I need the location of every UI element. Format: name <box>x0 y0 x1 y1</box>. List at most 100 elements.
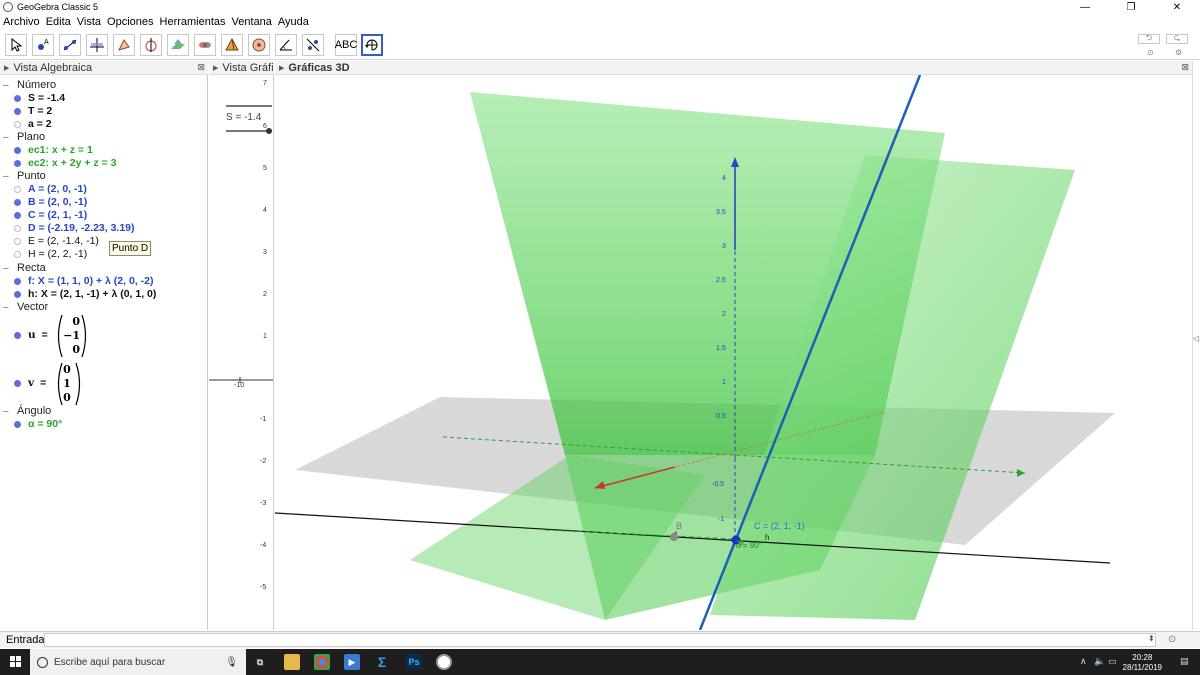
menu-opciones[interactable]: Opciones <box>104 16 156 28</box>
minus-icon[interactable]: – <box>3 80 12 91</box>
geogebra-taskbar-icon[interactable] <box>436 654 452 670</box>
visibility-toggle[interactable] <box>14 379 21 387</box>
redo-button[interactable]: ⮎ <box>1166 33 1188 44</box>
visibility-toggle[interactable] <box>14 185 21 193</box>
minus-icon[interactable]: – <box>3 171 12 182</box>
restore-button[interactable]: ❐ <box>1108 0 1154 14</box>
category-numero[interactable]: – Número <box>0 79 56 91</box>
intersect-tool-button[interactable] <box>194 34 216 56</box>
graphics-2d-view[interactable]: S = -1.4 7 6 5 4 3 2 1 -1 -2 -3 -4 -5 -1… <box>209 75 274 630</box>
windows-start-icon[interactable] <box>10 656 22 668</box>
angle-tool-button[interactable] <box>275 34 297 56</box>
category-plano[interactable]: – Plano <box>0 131 45 143</box>
menu-ayuda[interactable]: Ayuda <box>275 16 312 28</box>
pyramid-tool-button[interactable] <box>221 34 243 56</box>
vector-v-row[interactable]: v = <box>14 377 52 389</box>
visibility-toggle[interactable] <box>14 237 21 245</box>
move-tool-button[interactable] <box>5 34 27 56</box>
collapse-triangle-icon[interactable]: ▶ <box>4 64 9 72</box>
speaker-icon[interactable]: 🔈 <box>1094 656 1105 667</box>
help-icon[interactable]: ⊙ <box>1147 48 1154 57</box>
help-icon[interactable]: ⊙ <box>1168 634 1176 645</box>
undo-button[interactable]: ⮌ <box>1138 33 1160 44</box>
category-recta[interactable]: – Recta <box>0 262 46 274</box>
list-item[interactable]: B = (2, 0, -1) <box>14 196 87 208</box>
visibility-toggle[interactable] <box>14 159 21 167</box>
visibility-toggle[interactable] <box>14 290 21 298</box>
visibility-toggle[interactable] <box>14 331 21 339</box>
minus-icon[interactable]: – <box>3 263 12 274</box>
file-explorer-icon[interactable] <box>284 654 300 670</box>
right-panel-strip[interactable]: ◁ <box>1192 61 1200 630</box>
rotate-view-tool-button[interactable] <box>361 34 383 56</box>
search-input[interactable]: Escribe aquí para buscar <box>54 657 165 668</box>
visibility-toggle[interactable] <box>14 277 21 285</box>
microphone-icon[interactable]: 🎙 <box>225 657 238 668</box>
close-button[interactable]: ✕ <box>1154 0 1200 14</box>
network-icon[interactable]: ▭ <box>1108 656 1117 667</box>
list-item[interactable]: h: X = (2, 1, -1) + λ (0, 1, 0) <box>14 288 156 300</box>
notification-icon[interactable]: ▤ <box>1180 656 1189 667</box>
perpendicular-tool-button[interactable] <box>86 34 108 56</box>
visibility-toggle[interactable] <box>14 107 21 115</box>
list-item[interactable]: E = (2, -1.4, -1) <box>14 235 99 247</box>
list-item[interactable]: D = (-2.19, -2.23, 3.19) <box>14 222 135 234</box>
category-punto[interactable]: – Punto <box>0 170 46 182</box>
list-item[interactable]: A = (2, 0, -1) <box>14 183 87 195</box>
visibility-toggle[interactable] <box>14 211 21 219</box>
taskbar-search[interactable]: Escribe aquí para buscar 🎙 <box>30 649 246 675</box>
visibility-toggle[interactable] <box>14 146 21 154</box>
input-field[interactable] <box>44 633 1156 647</box>
sphere-tool-button[interactable] <box>248 34 270 56</box>
menu-ventana[interactable]: Ventana <box>229 16 275 28</box>
system-clock[interactable]: 20:28 28/11/2019 <box>1123 653 1162 673</box>
tray-up-arrow-icon[interactable]: ∧ <box>1080 656 1087 667</box>
dropdown-arrow-icon[interactable]: ⬍ <box>1148 634 1155 643</box>
text-tool-button[interactable]: ABC <box>335 34 357 56</box>
menu-edita[interactable]: Edita <box>43 16 74 28</box>
category-vector[interactable]: – Vector <box>0 301 48 313</box>
minus-icon[interactable]: – <box>3 406 12 417</box>
media-app-icon[interactable]: ▶ <box>344 654 360 670</box>
list-item[interactable]: C = (2, 1, -1) <box>14 209 87 221</box>
slider-label[interactable]: S = -1.4 <box>226 112 261 123</box>
list-item[interactable]: ec2: x + 2y + z = 3 <box>14 157 116 169</box>
list-item[interactable]: ec1: x + z = 1 <box>14 144 93 156</box>
expand-arrow-icon[interactable]: ◁ <box>1193 334 1199 343</box>
visibility-toggle[interactable] <box>14 250 21 258</box>
list-item[interactable]: α = 90° <box>14 418 62 430</box>
list-item[interactable]: H = (2, 2, -1) <box>14 248 87 260</box>
plane-tool-button[interactable] <box>167 34 189 56</box>
list-item[interactable]: a = 2 <box>14 118 52 130</box>
collapse-triangle-icon[interactable]: ▶ <box>279 64 284 72</box>
settings-icon[interactable]: ⚙ <box>1175 48 1182 57</box>
chrome-icon[interactable] <box>314 654 330 670</box>
visibility-toggle[interactable] <box>14 224 21 232</box>
menu-herramientas[interactable]: Herramientas <box>157 16 229 28</box>
point-b[interactable] <box>670 533 678 541</box>
menu-vista[interactable]: Vista <box>74 16 104 28</box>
visibility-toggle[interactable] <box>14 198 21 206</box>
visibility-toggle[interactable] <box>14 94 21 102</box>
task-view-icon[interactable]: ⧉ <box>252 654 268 670</box>
menu-archivo[interactable]: Archivo <box>0 16 43 28</box>
list-item[interactable]: T = 2 <box>14 105 52 117</box>
list-item[interactable]: S = -1.4 <box>14 92 65 104</box>
close-algebra-icon[interactable]: ⊠ <box>197 62 205 73</box>
minimize-button[interactable]: — <box>1062 0 1108 14</box>
sigma-app-icon[interactable]: Σ <box>374 654 390 670</box>
collapse-triangle-icon[interactable]: ▶ <box>213 64 218 72</box>
line-tool-button[interactable] <box>59 34 81 56</box>
visibility-toggle[interactable] <box>14 120 21 128</box>
photoshop-icon[interactable]: Ps <box>406 654 422 670</box>
visibility-toggle[interactable] <box>14 420 21 428</box>
graphics-3d-view[interactable]: 4 3.5 3 2.5 2 1.5 1 0.5 -0.5 -1 B C = (2… <box>275 75 1192 630</box>
category-angulo[interactable]: – Ángulo <box>0 405 51 417</box>
point-tool-button[interactable]: A <box>32 34 54 56</box>
vector-u-row[interactable]: u = <box>14 329 54 341</box>
circle-tool-button[interactable] <box>140 34 162 56</box>
reflect-tool-button[interactable] <box>302 34 324 56</box>
polygon-tool-button[interactable] <box>113 34 135 56</box>
close-3d-icon[interactable]: ⊠ <box>1181 62 1189 73</box>
minus-icon[interactable]: – <box>3 132 12 143</box>
